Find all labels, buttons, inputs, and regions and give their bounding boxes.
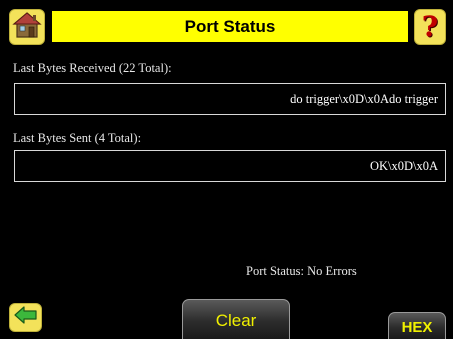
hex-button[interactable]: HEX: [388, 312, 446, 339]
back-arrow-icon: [13, 306, 38, 329]
bytes-received-value: do trigger\x0D\x0Ado trigger: [290, 91, 438, 106]
back-button[interactable]: [9, 303, 42, 332]
clear-button[interactable]: Clear: [182, 299, 290, 339]
help-icon: ?: [421, 10, 439, 43]
bytes-sent-value: OK\x0D\x0A: [369, 158, 438, 173]
hex-button-label: HEX: [401, 319, 433, 336]
home-button[interactable]: [9, 9, 45, 45]
clear-button-label: Clear: [215, 311, 257, 330]
bytes-sent-label: Last Bytes Sent (4 Total):: [13, 131, 142, 145]
bytes-sent-field: OK\x0D\x0A: [14, 150, 446, 182]
bytes-received-field: do trigger\x0D\x0Ado trigger: [14, 83, 446, 115]
port-status-text: Port Status: No Errors: [246, 264, 357, 278]
bytes-received-label: Last Bytes Received (22 Total):: [13, 61, 172, 75]
home-icon: [12, 10, 42, 45]
help-button[interactable]: ?: [414, 9, 446, 45]
page-title: Port Status: [50, 9, 410, 44]
